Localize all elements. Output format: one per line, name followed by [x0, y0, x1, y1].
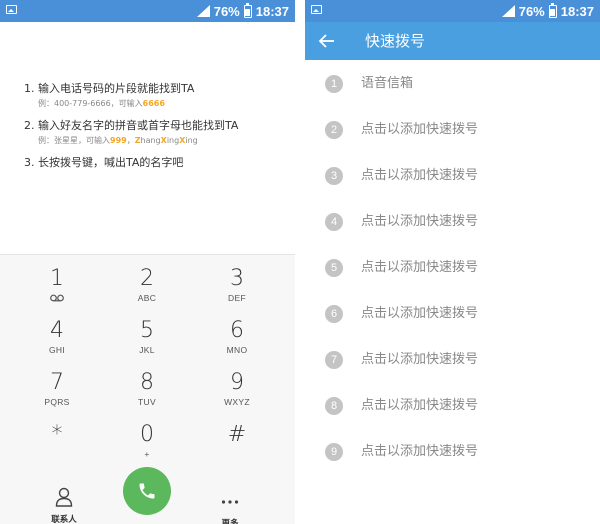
person-icon	[55, 487, 73, 507]
dial-key-2[interactable]: 2 ABC	[112, 265, 182, 313]
status-right: 76% 18:37	[501, 2, 594, 20]
app-bar: 快速拨号	[305, 22, 600, 60]
back-arrow-icon[interactable]	[317, 31, 337, 51]
slot-label: 点击以添加快速拨号	[361, 306, 479, 321]
slot-label: 点击以添加快速拨号	[361, 168, 479, 183]
dial-key-4[interactable]: 4 GHI	[22, 317, 92, 365]
speed-dial-item-3[interactable]: 3 点击以添加快速拨号	[305, 153, 600, 199]
dial-key-7[interactable]: 7 PQRS	[22, 369, 92, 417]
slot-label: 点击以添加快速拨号	[361, 398, 479, 413]
image-notification-icon	[6, 5, 17, 14]
status-right: 76% 18:37	[196, 2, 289, 20]
signal-icon	[501, 5, 515, 17]
tip-highlight: 999	[110, 136, 127, 145]
speed-dial-item-4[interactable]: 4 点击以添加快速拨号	[305, 199, 600, 245]
dial-key-6[interactable]: 6 MNO	[202, 317, 272, 365]
slot-number-badge: 7	[325, 351, 343, 369]
slot-number-badge: 9	[325, 443, 343, 461]
dialer-screen: 76% 18:37 1. 输入电话号码的片段就能找到TA 例：400-779-6…	[0, 0, 295, 524]
slot-label: 点击以添加快速拨号	[361, 352, 479, 367]
tip-example: 例：张星星，可输入999，ZhangXingXing	[38, 136, 198, 145]
slot-number-badge: 1	[325, 75, 343, 93]
call-button[interactable]	[123, 467, 171, 515]
speed-dial-item-6[interactable]: 6 点击以添加快速拨号	[305, 291, 600, 337]
dial-key-1[interactable]: 1	[22, 265, 92, 313]
dial-key-8[interactable]: 8 TUV	[112, 369, 182, 417]
dial-key-0[interactable]: 0 +	[112, 421, 182, 469]
tip-highlight: 6666	[142, 99, 165, 108]
slot-label: 点击以添加快速拨号	[361, 444, 479, 459]
tip-title: 2. 输入好友名字的拼音或首字母也能找到TA	[24, 119, 239, 132]
slot-number-badge: 8	[325, 397, 343, 415]
status-bar: 76% 18:37	[305, 0, 600, 22]
search-tips: 1. 输入电话号码的片段就能找到TA 例：400-779-6666，可输入666…	[24, 81, 289, 179]
contacts-button[interactable]: 联系人	[36, 487, 92, 524]
more-button[interactable]: 更多	[202, 490, 258, 524]
clock: 18:37	[255, 3, 289, 19]
battery-percent: 76%	[213, 3, 240, 19]
speed-dial-item-1[interactable]: 1 语音信箱	[305, 61, 600, 107]
speed-dial-item-8[interactable]: 8 点击以添加快速拨号	[305, 383, 600, 429]
tip-title: 3. 长按拨号键，喊出TA的名字吧	[24, 156, 184, 169]
more-dots-icon	[221, 500, 239, 504]
battery-icon	[548, 2, 557, 18]
dial-key-9[interactable]: 9 WXYZ	[202, 369, 272, 417]
battery-icon	[243, 2, 252, 18]
speed-dial-screen: 76% 18:37 快速拨号 1 语音信箱 2 点击以添加快速拨号 3 点击以添…	[305, 0, 600, 524]
dial-key-star[interactable]: *	[22, 421, 92, 469]
battery-percent: 76%	[518, 3, 545, 19]
status-bar: 76% 18:37	[0, 0, 295, 22]
signal-icon	[196, 5, 210, 17]
image-notification-icon	[311, 5, 322, 14]
speed-dial-item-2[interactable]: 2 点击以添加快速拨号	[305, 107, 600, 153]
slot-label: 语音信箱	[361, 76, 414, 91]
speed-dial-item-5[interactable]: 5 点击以添加快速拨号	[305, 245, 600, 291]
slot-label: 点击以添加快速拨号	[361, 122, 479, 137]
clock: 18:37	[560, 3, 594, 19]
panel-gap	[295, 0, 305, 524]
tip-2: 2. 输入好友名字的拼音或首字母也能找到TA 例：张星星，可输入999，Zhan…	[24, 118, 289, 147]
speed-dial-item-9[interactable]: 9 点击以添加快速拨号	[305, 429, 600, 475]
slot-number-badge: 3	[325, 167, 343, 185]
slot-number-badge: 5	[325, 259, 343, 277]
phone-icon	[139, 483, 155, 499]
slot-number-badge: 4	[325, 213, 343, 231]
tip-3: 3. 长按拨号键，喊出TA的名字吧	[24, 155, 289, 171]
slot-label: 点击以添加快速拨号	[361, 260, 479, 275]
dial-key-5[interactable]: 5 JKL	[112, 317, 182, 365]
slot-number-badge: 6	[325, 305, 343, 323]
slot-label: 点击以添加快速拨号	[361, 214, 479, 229]
dial-key-3[interactable]: 3 DEF	[202, 265, 272, 313]
voicemail-icon	[50, 294, 64, 302]
dial-key-hash[interactable]: #	[202, 421, 272, 469]
tip-title: 1. 输入电话号码的片段就能找到TA	[24, 82, 195, 95]
page-title: 快速拨号	[365, 32, 426, 50]
tip-example: 例：400-779-6666，可输入6666	[38, 99, 165, 108]
tip-1: 1. 输入电话号码的片段就能找到TA 例：400-779-6666，可输入666…	[24, 81, 289, 110]
speed-dial-item-7[interactable]: 7 点击以添加快速拨号	[305, 337, 600, 383]
slot-number-badge: 2	[325, 121, 343, 139]
